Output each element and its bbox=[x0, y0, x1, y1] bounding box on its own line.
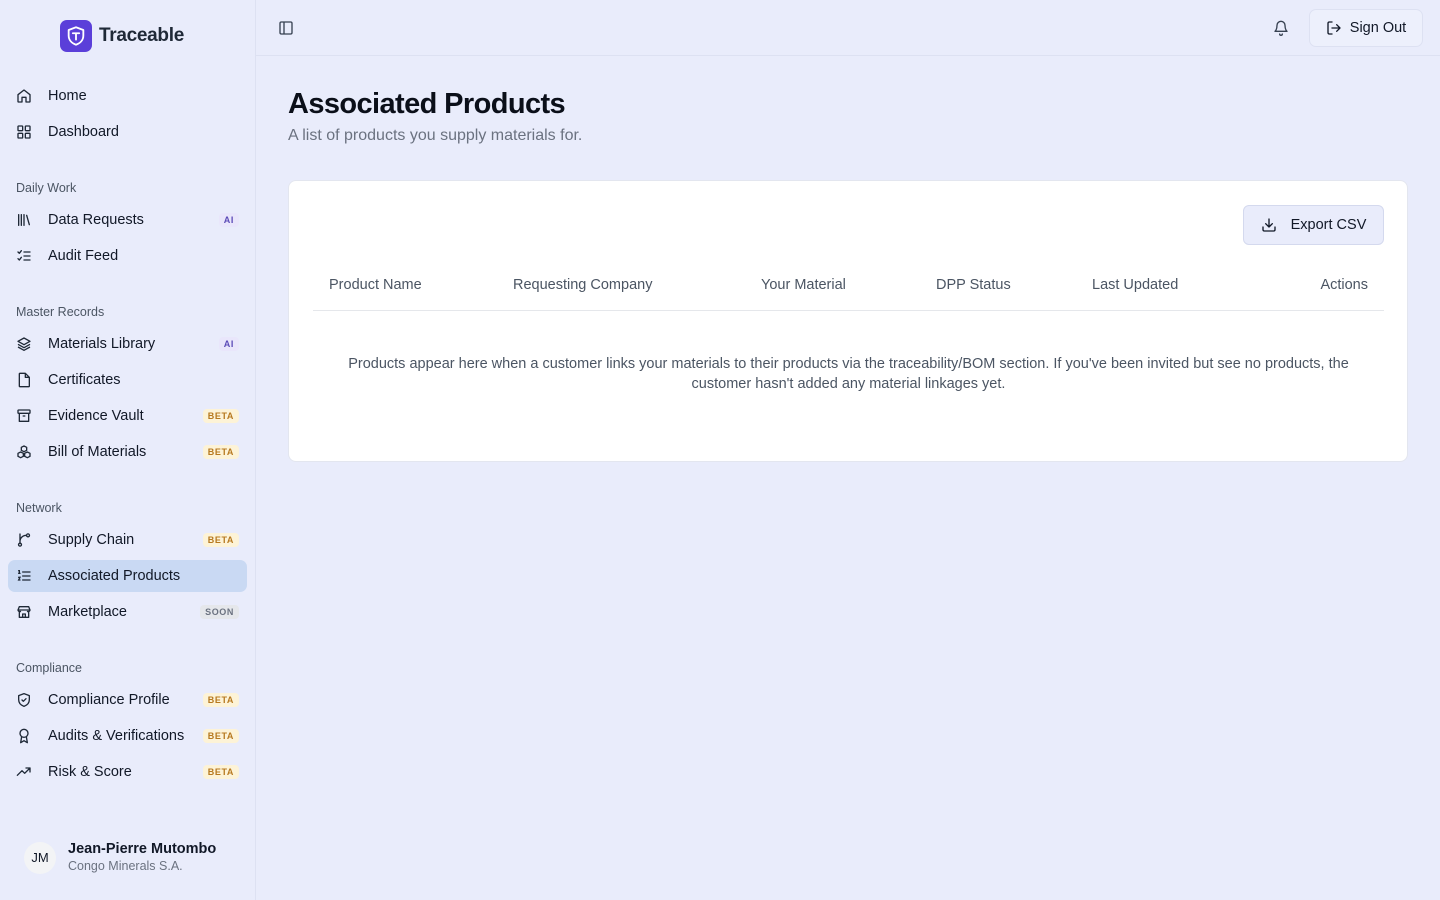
page-subtitle: A list of products you supply materials … bbox=[288, 127, 583, 144]
boxes-icon bbox=[16, 444, 32, 460]
layers-icon bbox=[16, 336, 32, 352]
beta-badge: BETA bbox=[202, 445, 239, 459]
beta-badge: BETA bbox=[202, 729, 239, 743]
sidebar-item-home[interactable]: Home bbox=[8, 80, 247, 112]
topbar: Sign Out bbox=[256, 0, 1440, 56]
sidebar-item-label: Materials Library bbox=[48, 336, 156, 352]
list-checks-icon bbox=[16, 248, 32, 264]
sidebar-item-label: Home bbox=[48, 88, 87, 104]
sidebar-item-risk-score[interactable]: Risk & Score BETA bbox=[8, 756, 247, 788]
panel-left-icon bbox=[278, 20, 294, 36]
shield-check-icon bbox=[16, 692, 32, 708]
list-ordered-icon bbox=[16, 568, 32, 584]
sidebar-item-dashboard[interactable]: Dashboard bbox=[8, 116, 247, 148]
sidebar-item-associated-products[interactable]: Associated Products bbox=[8, 560, 247, 592]
sidebar-item-label: Data Requests bbox=[48, 212, 144, 228]
sidebar-item-label: Audit Feed bbox=[48, 248, 119, 264]
sidebar-item-compliance-profile[interactable]: Compliance Profile BETA bbox=[8, 684, 247, 716]
sidebar-item-label: Supply Chain bbox=[48, 532, 135, 548]
home-icon bbox=[16, 88, 32, 104]
sidebar-item-label: Associated Products bbox=[48, 568, 181, 584]
sidebar-item-label: Evidence Vault bbox=[48, 408, 144, 424]
column-header-actions: Actions bbox=[1320, 277, 1368, 293]
sidebar-item-bill-of-materials[interactable]: Bill of Materials BETA bbox=[8, 436, 247, 468]
brand-name: Traceable bbox=[99, 25, 184, 46]
sidebar-item-audits-verifications[interactable]: Audits & Verifications BETA bbox=[8, 720, 247, 752]
sidebar-item-certificates[interactable]: Certificates bbox=[8, 364, 247, 396]
user-info: Jean-Pierre Mutombo Congo Minerals S.A. bbox=[68, 840, 216, 875]
sidebar-item-label: Certificates bbox=[48, 372, 121, 388]
bell-icon bbox=[1273, 20, 1289, 36]
sidebar-item-label: Risk & Score bbox=[48, 764, 132, 780]
sign-out-button[interactable]: Sign Out bbox=[1309, 9, 1423, 47]
beta-badge: BETA bbox=[202, 409, 239, 423]
nav-group-title: Compliance bbox=[16, 661, 83, 675]
column-header-dpp-status[interactable]: DPP Status bbox=[936, 277, 1011, 293]
store-icon bbox=[16, 604, 32, 620]
export-csv-label: Export CSV bbox=[1290, 217, 1367, 233]
sidebar-toggle-button[interactable] bbox=[276, 18, 296, 38]
sidebar-item-label: Dashboard bbox=[48, 124, 119, 140]
table-header: Product Name Requesting Company Your Mat… bbox=[313, 267, 1384, 311]
column-header-your-material[interactable]: Your Material bbox=[761, 277, 846, 293]
ai-badge: AI bbox=[218, 337, 239, 351]
notifications-button[interactable] bbox=[1269, 16, 1293, 40]
sidebar-item-supply-chain[interactable]: Supply Chain BETA bbox=[8, 524, 247, 556]
sidebar-item-label: Compliance Profile bbox=[48, 692, 170, 708]
sidebar-item-label: Bill of Materials bbox=[48, 444, 147, 460]
sidebar-item-data-requests[interactable]: Data Requests AI bbox=[8, 204, 247, 236]
git-branch-icon bbox=[16, 532, 32, 548]
archive-icon bbox=[16, 408, 32, 424]
download-icon bbox=[1261, 217, 1277, 233]
user-profile[interactable]: JM Jean-Pierre Mutombo Congo Minerals S.… bbox=[24, 840, 216, 875]
library-icon bbox=[16, 212, 32, 228]
beta-badge: BETA bbox=[202, 765, 239, 779]
sidebar-item-evidence-vault[interactable]: Evidence Vault BETA bbox=[8, 400, 247, 432]
nav-group-title: Daily Work bbox=[16, 181, 77, 195]
soon-badge: SOON bbox=[200, 605, 239, 619]
user-org: Congo Minerals S.A. bbox=[68, 859, 183, 873]
avatar: JM bbox=[24, 841, 56, 874]
sidebar-item-materials-library[interactable]: Materials Library AI bbox=[8, 328, 247, 360]
award-icon bbox=[16, 728, 32, 744]
beta-badge: BETA bbox=[202, 693, 239, 707]
sidebar-item-audit-feed[interactable]: Audit Feed bbox=[8, 240, 247, 272]
column-header-product-name[interactable]: Product Name bbox=[329, 277, 422, 293]
export-csv-button[interactable]: Export CSV bbox=[1243, 205, 1384, 245]
beta-badge: BETA bbox=[202, 533, 239, 547]
grid-icon bbox=[16, 124, 32, 140]
user-name: Jean-Pierre Mutombo bbox=[68, 841, 217, 857]
column-header-last-updated[interactable]: Last Updated bbox=[1092, 277, 1178, 293]
empty-state-message: Products appear here when a customer lin… bbox=[348, 356, 1349, 392]
page-title: Associated Products bbox=[288, 88, 566, 120]
column-header-requesting-company[interactable]: Requesting Company bbox=[513, 277, 652, 293]
sign-out-label: Sign Out bbox=[1349, 20, 1407, 36]
sidebar: Traceable Home Dashboard Daily Work Data… bbox=[0, 0, 256, 900]
shield-t-icon bbox=[60, 20, 92, 52]
sidebar-item-label: Audits & Verifications bbox=[48, 728, 185, 744]
sidebar-item-marketplace[interactable]: Marketplace SOON bbox=[8, 596, 247, 628]
file-icon bbox=[16, 372, 32, 388]
sidebar-item-label: Marketplace bbox=[48, 604, 127, 620]
ai-badge: AI bbox=[218, 213, 239, 227]
products-card: Export CSV Product Name Requesting Compa… bbox=[288, 180, 1408, 462]
nav-group-title: Master Records bbox=[16, 305, 105, 319]
trending-up-icon bbox=[16, 764, 32, 780]
brand[interactable]: Traceable bbox=[60, 20, 184, 52]
nav-group-title: Network bbox=[16, 501, 62, 515]
log-out-icon bbox=[1326, 20, 1342, 36]
